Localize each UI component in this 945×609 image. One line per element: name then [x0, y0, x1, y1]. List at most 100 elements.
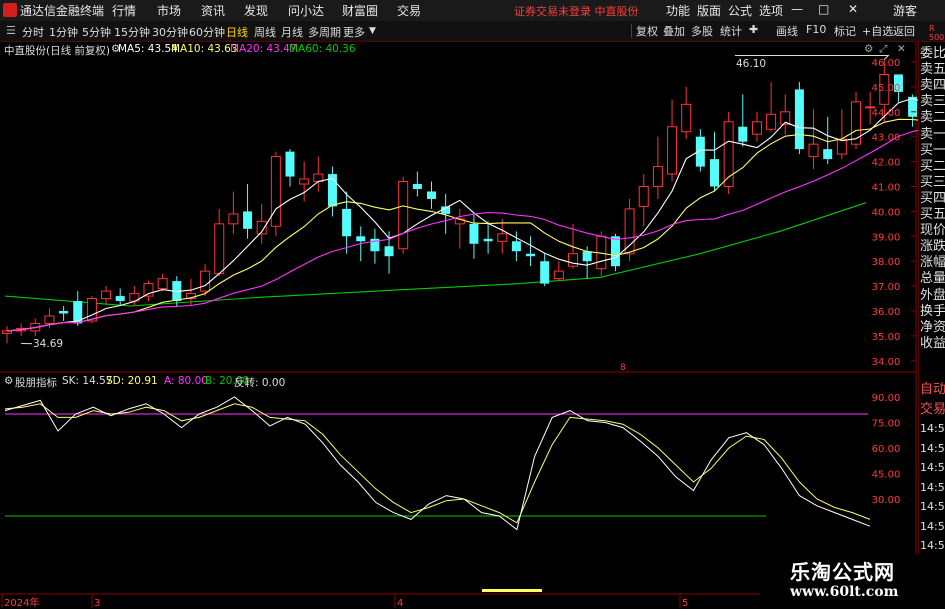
ma5-value: MA5: 43.54	[118, 43, 178, 55]
ma20-value: MA20: 43.47	[230, 43, 297, 55]
price-tick-label: 45.00	[872, 83, 901, 94]
price-tick-label: 43.00	[872, 133, 901, 144]
ma60-value: MA60: 40.36	[289, 43, 356, 55]
candle-body	[86, 298, 97, 322]
period-weekly[interactable]: 周线	[254, 24, 276, 40]
menu-options[interactable]: 选项	[759, 2, 783, 19]
side-panel-item: 换手	[920, 303, 945, 319]
candle-body	[823, 149, 833, 160]
osc-a: A: 80.00	[164, 375, 208, 387]
side-panel-item: 卖五	[920, 62, 945, 78]
period-multi[interactable]: 多周期	[308, 24, 341, 40]
collapse-icon[interactable]: ☰	[6, 24, 16, 37]
menu-function[interactable]: 功能	[666, 2, 690, 19]
watermark: 乐淘公式网 www.60lt.com	[760, 554, 945, 609]
btn-draw-line[interactable]: 画线	[776, 23, 798, 39]
side-panel-item: 收益	[920, 335, 945, 351]
side-panel-item: 买二	[920, 158, 945, 174]
guest-label[interactable]: 游客	[893, 2, 917, 19]
btn-statistics[interactable]: 统计	[720, 23, 742, 39]
osc-reverse: 反转: 0.00	[234, 377, 286, 389]
zoom-icon[interactable]: ⤢	[879, 43, 887, 56]
candle-body	[299, 178, 310, 185]
period-1min[interactable]: 1分钟	[49, 24, 78, 40]
btn-fuquan[interactable]: 复权	[636, 23, 658, 39]
more-chevron-icon[interactable]: ▼	[369, 26, 376, 36]
side-panel-item: 买三	[920, 174, 945, 190]
candle-body	[101, 290, 112, 300]
btn-overlay[interactable]: 叠加	[663, 23, 685, 39]
menu-news[interactable]: 资讯	[201, 2, 225, 19]
period-more[interactable]: 更多	[343, 24, 365, 40]
candle-body	[469, 223, 479, 244]
candle-body	[568, 253, 578, 267]
menu-discover[interactable]: 发现	[244, 2, 268, 19]
period-5min[interactable]: 5分钟	[82, 24, 111, 40]
price-tick-label: 42.00	[872, 158, 901, 169]
btn-add-watchlist[interactable]: +自选	[862, 23, 893, 39]
stock-label: 中直股份(日线 前复权)	[4, 45, 111, 57]
menu-quotes[interactable]: 行情	[112, 2, 136, 19]
date-tick-label: 2024年	[4, 596, 39, 609]
period-15min[interactable]: 15分钟	[114, 24, 150, 40]
price-tick-label: 38.00	[872, 257, 901, 268]
settings-gear-icon[interactable]: ⚙	[864, 43, 873, 55]
btn-f10[interactable]: F10	[806, 23, 826, 36]
menu-market[interactable]: 市场	[157, 2, 181, 19]
candle-body	[553, 270, 564, 280]
menu-layout[interactable]: 版面	[697, 2, 721, 19]
osc-settings-icon[interactable]: ⚙	[4, 375, 13, 387]
period-daily[interactable]: 日线	[226, 24, 248, 40]
candle-body	[638, 186, 649, 207]
period-60min[interactable]: 60分钟	[189, 24, 225, 40]
btn-multi-stock[interactable]: 多股	[691, 23, 713, 39]
btn-mark[interactable]: 标记	[834, 23, 856, 39]
minimize-icon[interactable]: —	[791, 2, 803, 16]
panel-close-icon[interactable]: ✕	[897, 43, 906, 55]
candle-body	[751, 121, 762, 135]
osc-tick-label: 90.00	[872, 393, 901, 404]
side-panel-item: 卖二	[920, 110, 945, 126]
candle-body	[681, 103, 692, 133]
candle-body	[667, 126, 678, 175]
candle-body	[582, 251, 592, 262]
candle-body	[157, 278, 168, 290]
period-30min[interactable]: 30分钟	[152, 24, 188, 40]
maximize-icon[interactable]: □	[818, 2, 829, 16]
candle-body	[483, 238, 493, 242]
price-tick-label: 44.00	[872, 108, 901, 119]
candle-body	[356, 236, 366, 242]
price-tick-label: 41.00	[872, 183, 901, 194]
candle-body	[624, 208, 635, 255]
candle-body	[342, 208, 352, 237]
candle-body	[59, 311, 69, 314]
menu-xiaoda[interactable]: 问小达	[288, 2, 324, 19]
high-price-label: 46.10	[736, 58, 767, 70]
candle-body	[384, 246, 394, 257]
candle-body	[652, 166, 663, 188]
side-panel-item: 总量	[920, 271, 945, 287]
side-panel-item: 14:56	[920, 500, 945, 513]
period-monthly[interactable]: 月线	[281, 24, 303, 40]
date-tick-label: 4	[397, 598, 403, 609]
kline-chart[interactable]: 8 46.00 45.00 44.00 43.00 42.00 41.00 40.00 39.…	[0, 42, 918, 609]
candle-body	[228, 213, 239, 225]
candle-body	[214, 223, 225, 275]
candle-body	[794, 89, 804, 150]
close-icon[interactable]: ✕	[848, 2, 858, 16]
ma10-value: MA10: 43.63	[171, 43, 238, 55]
low-price-label: 34.69	[33, 338, 64, 350]
osc-tick-label: 30.00	[872, 495, 901, 506]
btn-crosshair-icon[interactable]: ✚	[749, 23, 758, 36]
candle-body	[44, 315, 55, 324]
login-notice[interactable]: 证券交易未登录 中直股份	[514, 3, 639, 19]
osc-tick-label: 75.00	[872, 419, 901, 430]
side-panel-item: 14:56	[920, 519, 945, 533]
period-fenshi[interactable]: 分时	[22, 24, 44, 40]
candle-body	[115, 296, 125, 302]
menu-wealth[interactable]: 财富圈	[342, 2, 378, 19]
btn-back[interactable]: 返回	[893, 23, 915, 39]
menu-trade[interactable]: 交易	[397, 2, 421, 19]
menu-formula[interactable]: 公式	[728, 2, 752, 19]
candle-body	[610, 236, 620, 267]
